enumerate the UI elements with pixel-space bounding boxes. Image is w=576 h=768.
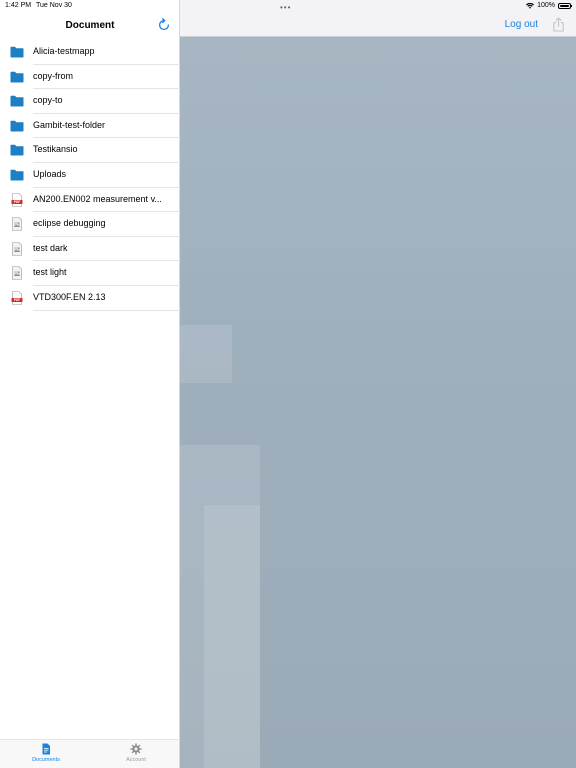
- pdf-badge-text: PDF: [14, 298, 20, 302]
- list-item-label: test light: [33, 267, 67, 278]
- list-item-label: Gambit-test-folder: [33, 119, 106, 130]
- list-item[interactable]: copy-from: [0, 65, 180, 90]
- pdf-file-icon: PDF: [11, 192, 23, 207]
- background-shape: [180, 325, 232, 383]
- folder-icon: [10, 120, 24, 132]
- list-item[interactable]: Alicia-testmapp: [0, 40, 180, 65]
- list-item-label: Testikansio: [33, 144, 78, 155]
- image-file-icon: [12, 266, 22, 281]
- battery-percent: 100%: [537, 2, 555, 9]
- document-tab-icon: [42, 743, 50, 755]
- folder-icon: [10, 169, 24, 181]
- list-item[interactable]: copy-to: [0, 89, 180, 114]
- tab-documents[interactable]: Documents: [16, 743, 76, 763]
- sidebar: Document Alicia-testmapp copy-from copy-to…: [0, 0, 180, 768]
- status-indicators: 100%: [526, 2, 572, 9]
- status-bar: 1:42 PM Tue Nov 30 100%: [0, 0, 576, 12]
- document-list: Alicia-testmapp copy-from copy-to Gambit-te…: [0, 40, 180, 311]
- list-item-label: copy-to: [33, 95, 63, 106]
- list-item[interactable]: Uploads: [0, 163, 180, 188]
- list-item-label: copy-from: [33, 70, 74, 81]
- logout-button[interactable]: Log out: [505, 19, 538, 30]
- folder-icon: [10, 71, 24, 83]
- image-file-icon: [12, 217, 22, 231]
- list-item[interactable]: Gambit-test-folder: [0, 114, 180, 139]
- refresh-icon[interactable]: [156, 17, 172, 33]
- list-item-label: eclipse debugging: [33, 218, 106, 229]
- list-item[interactable]: PDF VTD300F.EN 2.13: [0, 286, 180, 311]
- page-title: Document: [65, 20, 115, 31]
- pdf-file-icon: PDF: [11, 291, 23, 305]
- folder-icon: [10, 46, 24, 58]
- list-item-label: test dark: [33, 242, 68, 253]
- main-content-area: [180, 37, 576, 768]
- list-item[interactable]: PDF AN200.EN002 measurement v...: [0, 188, 180, 213]
- list-item-label: AN200.EN002 measurement v...: [33, 193, 162, 204]
- tab-documents-label: Documents: [32, 757, 60, 763]
- background-shape: [204, 505, 260, 768]
- folder-icon: [10, 95, 24, 107]
- list-item[interactable]: test light: [0, 261, 180, 286]
- status-time: 1:42 PM: [5, 2, 32, 9]
- battery-level: [560, 4, 569, 7]
- list-item[interactable]: test dark: [0, 237, 180, 262]
- list-item-label: Alicia-testmapp: [33, 46, 95, 56]
- folder-icon: [10, 145, 24, 156]
- gear-icon: [130, 743, 142, 755]
- share-icon[interactable]: [552, 17, 565, 32]
- image-file-icon: [12, 241, 22, 256]
- tab-account[interactable]: Account: [106, 743, 166, 763]
- sidebar-header: Document: [0, 12, 180, 40]
- list-item[interactable]: eclipse debugging: [0, 212, 180, 237]
- tab-bar: Documents Account: [0, 739, 179, 768]
- pdf-badge-text: PDF: [14, 200, 20, 204]
- status-date: Tue Nov 30: [36, 2, 72, 9]
- battery-icon: [558, 2, 572, 9]
- wifi-icon: [526, 2, 535, 9]
- list-item-label: VTD300F.EN 2.13: [33, 291, 106, 302]
- list-item-label: Uploads: [33, 168, 67, 179]
- list-item[interactable]: Testikansio: [0, 138, 180, 163]
- tab-account-label: Account: [126, 757, 146, 763]
